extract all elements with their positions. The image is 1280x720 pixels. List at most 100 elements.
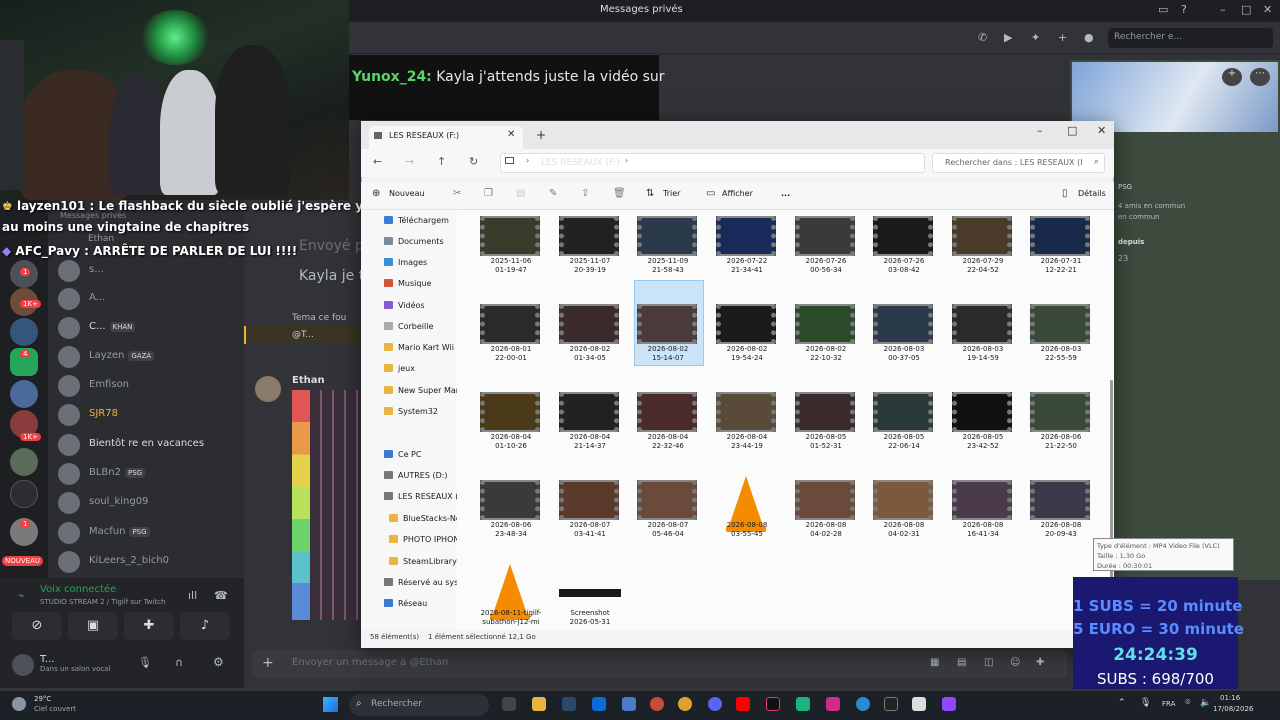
close-button[interactable]: ✕	[1097, 124, 1106, 137]
up-icon[interactable]: ↑	[437, 155, 446, 168]
avatar[interactable]	[12, 654, 34, 676]
server-icon[interactable]	[10, 448, 38, 476]
video-thumbnail-icon[interactable]	[1030, 392, 1090, 432]
back-icon[interactable]: ←	[373, 155, 382, 168]
more-button[interactable]: ...	[781, 189, 790, 198]
close-button[interactable]: ✕	[1263, 3, 1272, 16]
file-label[interactable]: 2026-08-04 01-10-26	[472, 433, 550, 451]
address-bar[interactable]: LES RESEAUX (F:)	[500, 153, 925, 173]
video-thumbnail-icon[interactable]	[1030, 216, 1090, 256]
nav-item[interactable]: Documents	[384, 237, 444, 246]
file-label[interactable]: 2026-08-07 05-46-04	[629, 521, 707, 539]
nav-item[interactable]: Musique	[384, 279, 431, 288]
search-icon[interactable]: ⌕	[1094, 157, 1099, 167]
video-thumbnail-icon[interactable]	[716, 216, 776, 256]
file-label[interactable]: 2026-08-01 22-00-01	[472, 345, 550, 363]
minimize-button[interactable]: –	[1037, 124, 1043, 137]
voice-channel[interactable]: STUDIO STREAM 2 / Tigilf sur Twitch	[40, 598, 165, 606]
discord-icon[interactable]	[708, 697, 722, 711]
video-thumbnail-icon[interactable]	[716, 392, 776, 432]
dm-first[interactable]: Ethan	[88, 234, 114, 244]
server-icon[interactable]	[10, 318, 38, 346]
details-icon[interactable]: ▯	[1062, 188, 1068, 199]
video-thumbnail-icon[interactable]	[637, 392, 697, 432]
nav-item[interactable]: Réseau	[384, 599, 427, 608]
app-icon[interactable]	[650, 697, 664, 711]
server-icon[interactable]	[10, 480, 38, 508]
video-thumbnail-icon[interactable]	[873, 216, 933, 256]
file-label[interactable]: 2026-08-08 20-09-43	[1022, 521, 1100, 539]
camera-off-button[interactable]: ⊘	[12, 612, 62, 640]
activities-button[interactable]: ✚	[124, 612, 174, 640]
add-friend-icon[interactable]: +	[1058, 31, 1067, 44]
cut-icon[interactable]: ✂	[453, 188, 461, 199]
video-thumbnail-icon[interactable]	[795, 304, 855, 344]
video-thumbnail-icon[interactable]	[480, 480, 540, 520]
start-icon[interactable]	[323, 697, 338, 712]
image-file-icon[interactable]	[559, 589, 621, 597]
pin-icon[interactable]: ✦	[1031, 31, 1040, 44]
video-thumbnail-icon[interactable]	[795, 216, 855, 256]
video-thumbnail-icon[interactable]	[637, 216, 697, 256]
notepad-icon[interactable]	[912, 697, 926, 711]
sort-icon[interactable]: ⇅	[646, 188, 654, 199]
nav-item[interactable]: Vidéos	[384, 301, 425, 310]
view-button[interactable]: Afficher	[722, 189, 753, 198]
file-label[interactable]: 2026-08-11-tigilf-subathon-j12-mi	[472, 609, 550, 627]
video-thumbnail-icon[interactable]	[1030, 304, 1090, 344]
video-thumbnail-icon[interactable]	[559, 216, 619, 256]
clock-date[interactable]: 17/08/2026	[1213, 705, 1253, 713]
file-label[interactable]: 2026-08-08 04-02-28	[787, 521, 865, 539]
network-icon[interactable]: ⌾	[1185, 698, 1190, 708]
video-thumbnail-icon[interactable]	[480, 216, 540, 256]
soundboard-button[interactable]: ♪	[180, 612, 230, 640]
video-thumbnail-icon[interactable]	[480, 392, 540, 432]
user-name[interactable]: T...	[40, 654, 54, 665]
file-label[interactable]: 2026-08-05 01-52-31	[787, 433, 865, 451]
video-thumbnail-icon[interactable]	[716, 304, 776, 344]
close-tab-icon[interactable]: ✕	[507, 129, 515, 140]
video-thumbnail-icon[interactable]	[637, 480, 697, 520]
app-icon[interactable]	[622, 697, 636, 711]
mention[interactable]: @T...	[292, 330, 314, 340]
language-indicator[interactable]: FRA	[1162, 700, 1175, 708]
nav-item[interactable]: Ce PC	[384, 450, 421, 459]
temperature[interactable]: 29°C	[34, 695, 51, 703]
mic-icon[interactable]: 🎙	[138, 656, 152, 669]
settings-icon[interactable]: ⚙	[213, 655, 224, 669]
video-thumbnail-icon[interactable]	[795, 480, 855, 520]
video-thumbnail-icon[interactable]	[559, 392, 619, 432]
file-label[interactable]: 2026-08-02 19-54-24	[708, 345, 786, 363]
file-label[interactable]: 2026-08-04 21-14-37	[551, 433, 629, 451]
app-icon[interactable]	[826, 697, 840, 711]
maximize-button[interactable]: □	[1241, 3, 1251, 16]
rename-icon[interactable]: ✎	[549, 188, 557, 199]
new-tab-icon[interactable]: +	[536, 128, 546, 142]
file-label[interactable]: 2026-07-31 12-22-21	[1022, 257, 1100, 275]
chevron-right-icon[interactable]: ›	[625, 156, 628, 165]
volume-icon[interactable]: 🔈	[1200, 698, 1211, 708]
file-label[interactable]: 2026-08-08 16-41-34	[944, 521, 1022, 539]
nav-item[interactable]: BlueStacks-No	[389, 514, 461, 523]
video-call-icon[interactable]: ▶	[1004, 31, 1012, 44]
video-thumbnail-icon[interactable]	[873, 480, 933, 520]
disconnect-icon[interactable]: ☎	[214, 589, 228, 602]
file-label[interactable]: 2026-08-02 15-14-07	[629, 345, 707, 363]
add-friend-icon[interactable]: +	[1222, 68, 1242, 86]
nav-item[interactable]: SteamLibrary	[389, 557, 457, 566]
epic-games-icon[interactable]	[884, 697, 898, 711]
video-thumbnail-icon[interactable]	[1030, 480, 1090, 520]
task-view-icon[interactable]	[502, 697, 516, 711]
nav-item[interactable]: Mario Kart Wii (I	[384, 343, 462, 352]
nav-item[interactable]: System32	[384, 407, 438, 416]
weather-condition[interactable]: Ciel couvert	[34, 705, 76, 713]
file-label[interactable]: 2026-08-05 22-06-14	[865, 433, 943, 451]
file-label[interactable]: 2026-08-07 03-41-41	[551, 521, 629, 539]
help-icon[interactable]: ?	[1181, 3, 1187, 16]
file-label[interactable]: 2025-11-06 01-19-47	[472, 257, 550, 275]
chevron-right-icon[interactable]: ›	[526, 156, 529, 165]
file-label[interactable]: 2026-07-26 00-56-34	[787, 257, 865, 275]
paste-icon[interactable]: ▤	[516, 188, 525, 199]
file-label[interactable]: 2026-08-03 19-14-59	[944, 345, 1022, 363]
attach-icon[interactable]: +	[262, 655, 274, 671]
